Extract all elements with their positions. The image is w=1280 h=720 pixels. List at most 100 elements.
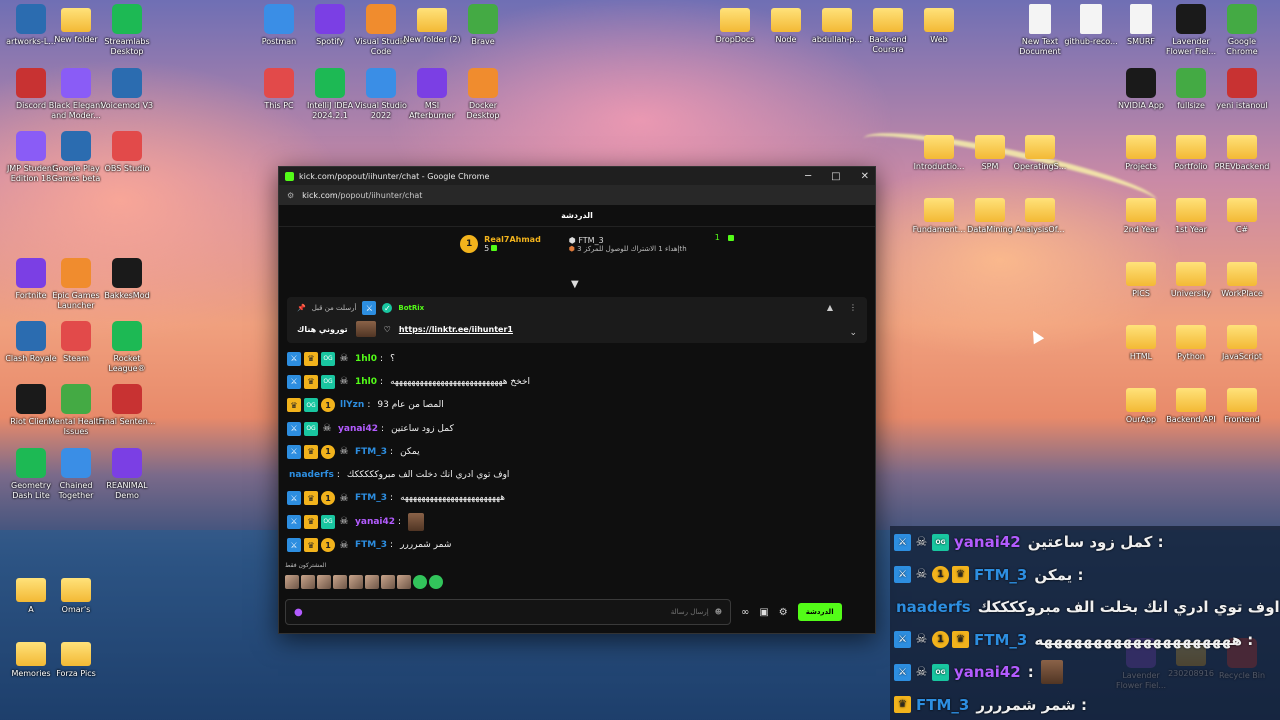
fortnite-icon — [16, 258, 46, 288]
chat-username[interactable]: FTM_3 — [355, 447, 387, 457]
desktop-icon[interactable]: Rocket League® — [96, 321, 158, 374]
site-info-icon[interactable]: ⚙ — [287, 191, 294, 200]
emote-button[interactable] — [317, 575, 331, 589]
chat-message[interactable]: ⚔ OG ☠ yanai42: كمل زود ساعتين — [287, 417, 867, 440]
chat-username[interactable]: llYzn — [340, 400, 364, 410]
desktop-icon[interactable]: Omar's — [45, 574, 107, 615]
folder-icon — [1176, 135, 1206, 159]
close-button[interactable]: ✕ — [861, 171, 869, 182]
moderator-badge-icon: ⚔ — [894, 533, 911, 551]
verified-badge-icon: ✓ — [382, 303, 393, 313]
chat-username[interactable]: FTM_3 — [974, 566, 1027, 584]
emote-button[interactable] — [333, 575, 347, 589]
gift-button-icon[interactable]: ▣ — [759, 607, 768, 618]
emote-button[interactable] — [365, 575, 379, 589]
desktop-icon[interactable]: yeni istanoul — [1211, 68, 1273, 111]
microphone-icon[interactable]: ● — [294, 607, 303, 618]
leaderboard-top[interactable]: 1 Real7Ahmad 5 — [460, 235, 541, 253]
chat-message[interactable]: ⚔ ♛ 1 ☠ FTM_3: شمر شمرررر — [287, 533, 867, 556]
chat-username[interactable]: FTM_3 — [974, 631, 1027, 649]
desktop-icon[interactable]: OperatingS... — [1009, 131, 1071, 172]
desktop-icon[interactable]: AnalysisOf... — [1009, 194, 1071, 235]
leaderboard-third[interactable]: 1 — [715, 233, 734, 242]
chevron-down-icon[interactable]: ⌄ — [849, 328, 857, 338]
desktop-icon[interactable]: OBS Studio — [96, 131, 158, 174]
og-badge-icon: OG — [932, 663, 949, 681]
desktop-icon[interactable]: C# — [1211, 194, 1273, 235]
overlay-message[interactable]: naaderfs اوف توي ادري انك بخلت الف مبروكك… — [890, 591, 1280, 624]
emote-button[interactable] — [397, 575, 411, 589]
settings-gear-icon[interactable]: ⚙ — [779, 607, 788, 618]
emote-button[interactable] — [429, 575, 443, 589]
desktop-icon[interactable]: JavaScript — [1211, 321, 1273, 362]
overlay-message[interactable]: ♛ FTM_3 شمر شمرررر : — [890, 688, 1280, 720]
chat-message[interactable]: ⚔ ♛ 1 ☠ FTM_3: يمكن — [287, 440, 867, 463]
chat-message[interactable]: ⚔ ♛ 1 ☠ FTM_3: ههههههههههههههههههههههههه — [287, 487, 867, 510]
moderator-badge-icon: ⚔ — [287, 374, 301, 389]
more-options-icon[interactable]: ⋮ — [849, 303, 857, 312]
minimize-button[interactable]: ─ — [805, 171, 811, 182]
chrome-window: kick.com/popout/iihunter/chat - Google C… — [278, 166, 876, 634]
chat-message[interactable]: naaderfs: اوف توي ادري انك دخلت الف مبروك… — [287, 463, 867, 486]
desktop-icon[interactable]: BakkesMod — [96, 258, 158, 301]
chat-message-text: اوف توي ادري انك بخلت الف مبروككككك : — [977, 598, 1280, 617]
desktop-icon[interactable]: WorkPlace — [1211, 258, 1273, 299]
emote-button[interactable] — [381, 575, 395, 589]
desktop-icon[interactable]: Streamlabs Desktop — [96, 4, 158, 57]
maximize-button[interactable]: □ — [831, 171, 840, 182]
chat-message[interactable]: ♛ OG 1 llYzn: المصا من عام 93 — [287, 394, 867, 417]
desktop-icon[interactable]: Web — [908, 4, 970, 45]
gifter-badge-icon: 1 — [321, 444, 335, 459]
desktop-icon[interactable]: Forza Pics — [45, 638, 107, 679]
pc-icon — [264, 68, 294, 98]
emoji-icon[interactable]: ☻ — [715, 608, 722, 616]
emote-button[interactable] — [413, 575, 427, 589]
send-chat-button[interactable]: الدردشة — [797, 603, 842, 621]
chat-username[interactable]: 1hl0 — [355, 354, 377, 364]
separator: : — [390, 446, 394, 457]
desktop-icon[interactable]: Docker Desktop — [452, 68, 514, 121]
pinned-link[interactable]: https://linktr.ee/iihunter1 — [399, 325, 513, 334]
message-input-box[interactable]: ● ☻ — [285, 599, 731, 625]
desktop-icon[interactable]: Final Senten... — [96, 384, 158, 427]
collapse-handle-icon[interactable]: ▼ — [571, 279, 579, 290]
desktop-icon[interactable]: Google Chrome — [1211, 4, 1273, 57]
top-gifter-count: 5 — [484, 244, 490, 253]
emote-button[interactable] — [301, 575, 315, 589]
folder-icon — [1025, 198, 1055, 222]
chat-message[interactable]: ⚔ ♛ OG ☠ 1hl0: اخخخ ههههههههههههههههههههههههه… — [287, 370, 867, 393]
mouse-cursor-icon — [1027, 327, 1045, 345]
pinned-bot-name[interactable]: BotRix — [398, 304, 424, 312]
unpin-icon[interactable]: ▲ — [827, 303, 833, 312]
chat-username[interactable]: FTM_3 — [355, 540, 387, 550]
emote-image — [1040, 660, 1063, 685]
overlay-message[interactable]: ⚔ ☠ OG yanai42 كمل زود ساعتين : — [890, 526, 1280, 559]
desktop-icon[interactable]: PREVbackend — [1211, 131, 1273, 172]
message-input[interactable] — [308, 608, 709, 616]
address-bar[interactable]: ⚙ kick.com/popout/iihunter/chat — [279, 185, 875, 205]
leaderboard-second[interactable]: ⬢ FTM_3 ⬢ إهداء 1 الاشتراك للوصول للمركز… — [569, 236, 687, 253]
emote-button[interactable] — [285, 575, 299, 589]
chat-username[interactable]: 1hl0 — [355, 377, 377, 387]
chat-username[interactable]: yanai42 — [338, 424, 378, 434]
chat-username[interactable]: naaderfs — [896, 598, 971, 616]
title-bar[interactable]: kick.com/popout/iihunter/chat - Google C… — [279, 167, 875, 185]
desktop-icon[interactable]: REANIMAL Demo — [96, 448, 158, 501]
chat-message[interactable]: ⚔ ♛ OG ☠ yanai42: — [287, 510, 867, 533]
desktop-icon[interactable]: Brave — [452, 4, 514, 47]
overlay-message[interactable]: ⚔ ☠ 1 ♛ FTM_3 ههههههههههههههههههههه : — [890, 623, 1280, 656]
chat-username[interactable]: naaderfs — [289, 470, 334, 480]
desktop-icon[interactable]: Frontend — [1211, 384, 1273, 425]
chat-username[interactable]: yanai42 — [954, 533, 1021, 551]
chat-message[interactable]: ⚔ ♛ OG ☠ 1hl0: ؟ — [287, 347, 867, 370]
emote-button[interactable] — [349, 575, 363, 589]
desktop-icon[interactable]: Voicemod V3 — [96, 68, 158, 111]
channel-points-icon[interactable]: ∞ — [741, 607, 749, 618]
overlay-message[interactable]: ⚔ ☠ 1 ♛ FTM_3 يمكن : — [890, 558, 1280, 591]
chat-username[interactable]: FTM_3 — [355, 493, 387, 503]
chat-username[interactable]: yanai42 — [355, 517, 395, 527]
chat-username[interactable]: FTM_3 — [916, 696, 969, 714]
overlay-message[interactable]: ⚔ ☠ OG yanai42: — [890, 656, 1280, 689]
chat-username[interactable]: yanai42 — [954, 663, 1021, 681]
skull-badge-icon: ☠ — [915, 664, 928, 680]
